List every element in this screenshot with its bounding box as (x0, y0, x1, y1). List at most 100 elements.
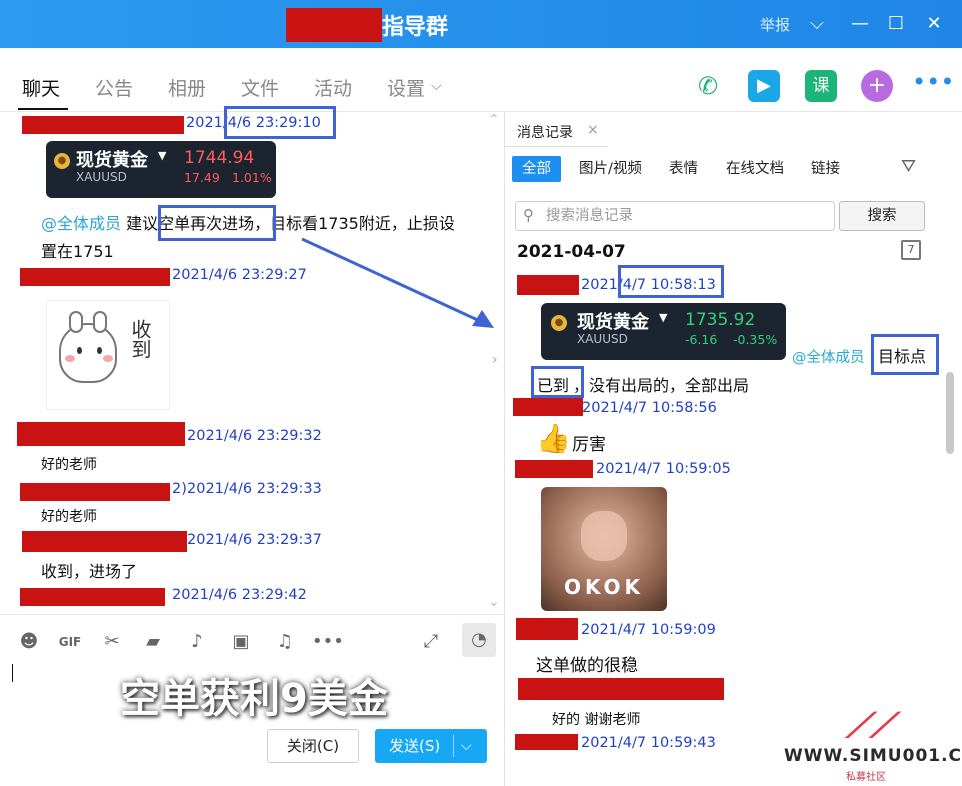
more-icon[interactable]: ••• (312, 629, 344, 655)
image-icon[interactable]: ▣ (228, 629, 254, 655)
collapse-arrow-icon[interactable]: › (492, 352, 498, 368)
mention-all[interactable]: @全体成员 (41, 214, 121, 233)
send-button-label: 发送(S) (389, 737, 441, 755)
mention-all[interactable]: @全体成员 (792, 346, 865, 367)
message-text: ，没有出局的，全部出局 (573, 376, 750, 395)
expand-icon[interactable]: ⤢ (418, 629, 444, 655)
thumbs-up-icon: 👍 (536, 422, 571, 455)
redacted-sender (20, 483, 170, 501)
course-icon[interactable]: 课 (805, 70, 837, 102)
watermark-url: WWW.SIMU001.CN (784, 746, 962, 766)
quote-change: 17.49 (184, 170, 220, 185)
filter-icon[interactable]: ⛛ (901, 156, 916, 177)
maximize-icon[interactable]: ☐ (882, 10, 910, 38)
chat-window: 指导群 举报 ⌵ — ☐ ✕ 聊天 公告 相册 文件 活动 设置 ⌵ ✆ ▶ 课… (0, 0, 962, 786)
quote-change: -6.16 (685, 332, 718, 347)
search-icon: ⚲ (523, 206, 534, 224)
filter-all[interactable]: 全部 (512, 156, 561, 182)
doc-icon[interactable]: ♪ (184, 629, 210, 655)
chevron-down-icon[interactable]: ⌵ (431, 78, 442, 94)
coin-icon: ● (551, 315, 567, 331)
overlay-caption: 空单获利9美金 (120, 676, 388, 722)
highlight-box (224, 106, 336, 139)
filter-links[interactable]: 链接 (801, 156, 850, 182)
message-timestamp: 2021/4/6 23:29:42 (172, 587, 307, 603)
tab-settings[interactable]: 设置 (387, 74, 425, 101)
emoji-icon[interactable]: ☻ (16, 629, 42, 655)
title-bar: 指导群 举报 ⌵ — ☐ ✕ (0, 0, 962, 48)
history-search-input[interactable]: 搜索消息记录 (515, 201, 835, 231)
okok-sticker[interactable]: OKOK (541, 487, 667, 611)
filter-emoji[interactable]: 表情 (659, 156, 708, 182)
message-text: 收到，进场了 (41, 562, 138, 581)
highlight-box (618, 265, 724, 298)
video-icon[interactable]: ▶ (748, 70, 780, 102)
redacted-sender (22, 116, 184, 134)
filter-media[interactable]: 图片/视频 (569, 156, 652, 182)
mention-text: @全体成员 (792, 350, 865, 366)
sticker-text: 收到 (128, 319, 152, 359)
history-scrollbar[interactable] (946, 372, 954, 454)
message-text: 好的 谢谢老师 (552, 712, 641, 728)
history-tab[interactable]: 消息记录 (517, 122, 573, 142)
quote-code: XAUUSD (577, 332, 628, 346)
watermark-logo: ⟋⟋ WWW.SIMU001.CN 私募社区 (784, 706, 962, 786)
report-button[interactable]: 举报 (760, 14, 790, 35)
redacted-sender (20, 588, 165, 606)
phone-icon[interactable]: ✆ (692, 70, 724, 102)
quote-code: XAUUSD (76, 170, 127, 184)
minimize-icon[interactable]: — (846, 10, 874, 38)
search-button[interactable]: 搜索 (839, 201, 925, 231)
message-text: 好的老师 (41, 509, 97, 525)
highlight-box (871, 334, 939, 375)
sticker-text: OKOK (563, 575, 645, 599)
redacted-group-name (286, 8, 382, 42)
logo-icon: ⟋⟋ (846, 706, 894, 746)
tab-chat[interactable]: 聊天 (22, 74, 60, 101)
add-icon[interactable]: + (861, 70, 893, 102)
message-sender-suffix: 2) (172, 481, 187, 497)
close-icon[interactable]: ✕ (920, 10, 948, 38)
message-timestamp: 2021/4/7 10:59:43 (581, 735, 716, 751)
tab-activity[interactable]: 活动 (314, 74, 352, 101)
scroll-down-icon[interactable]: ⌄ (488, 594, 500, 610)
bell-icon[interactable]: ♫ (272, 629, 298, 655)
bunny-sticker (59, 311, 117, 383)
quote-name: 现货黄金 (76, 150, 148, 171)
coin-icon: ● (54, 153, 70, 169)
caret-down-icon: ▼ (659, 311, 668, 324)
more-icon[interactable]: ••• (912, 66, 954, 98)
calendar-icon[interactable]: 7 (901, 240, 921, 260)
tab-announcement[interactable]: 公告 (95, 74, 133, 101)
chevron-down-icon[interactable]: ⌵ (803, 10, 831, 38)
gold-quote-card[interactable]: ● 现货黄金 ▼ XAUUSD 1735.92 -6.16 -0.35% (541, 303, 786, 360)
filter-docs[interactable]: 在线文档 (716, 156, 794, 182)
redacted-sender (515, 460, 593, 478)
history-clock-icon[interactable]: ◔ (462, 623, 496, 657)
tab-album[interactable]: 相册 (168, 74, 206, 101)
sticker-image[interactable]: 收到 (46, 300, 170, 410)
quote-change-pct: -0.35% (733, 332, 778, 347)
caret-down-icon: ▼ (158, 149, 167, 162)
scissors-icon[interactable]: ✂ (99, 629, 125, 655)
watermark-sub: 私募社区 (846, 772, 886, 783)
redacted-sender (517, 275, 579, 295)
tab-files[interactable]: 文件 (241, 74, 279, 101)
redacted-sender (22, 531, 187, 552)
redacted-sender (513, 398, 583, 416)
message-text: 好的老师 (41, 457, 97, 473)
scroll-up-icon[interactable]: ⌃ (488, 112, 500, 128)
redacted-sender (518, 678, 724, 700)
gif-icon[interactable]: GIF (57, 629, 83, 655)
quote-name: 现货黄金 (577, 312, 649, 333)
close-button[interactable]: 关闭(C) (267, 729, 359, 763)
gold-quote-card[interactable]: ● 现货黄金 ▼ XAUUSD 1744.94 17.49 1.01% (46, 141, 276, 198)
history-date: 2021-04-07 (517, 242, 626, 262)
highlight-box (158, 205, 276, 241)
folder-icon[interactable]: ▰ (140, 629, 166, 655)
quote-change-pct: 1.01% (232, 170, 272, 185)
message-timestamp: 2021/4/6 23:29:37 (187, 532, 322, 548)
close-icon[interactable]: × (587, 122, 599, 138)
chevron-down-icon[interactable]: ⌵ (461, 729, 472, 763)
send-button[interactable]: 发送(S) ⌵ (375, 729, 487, 763)
